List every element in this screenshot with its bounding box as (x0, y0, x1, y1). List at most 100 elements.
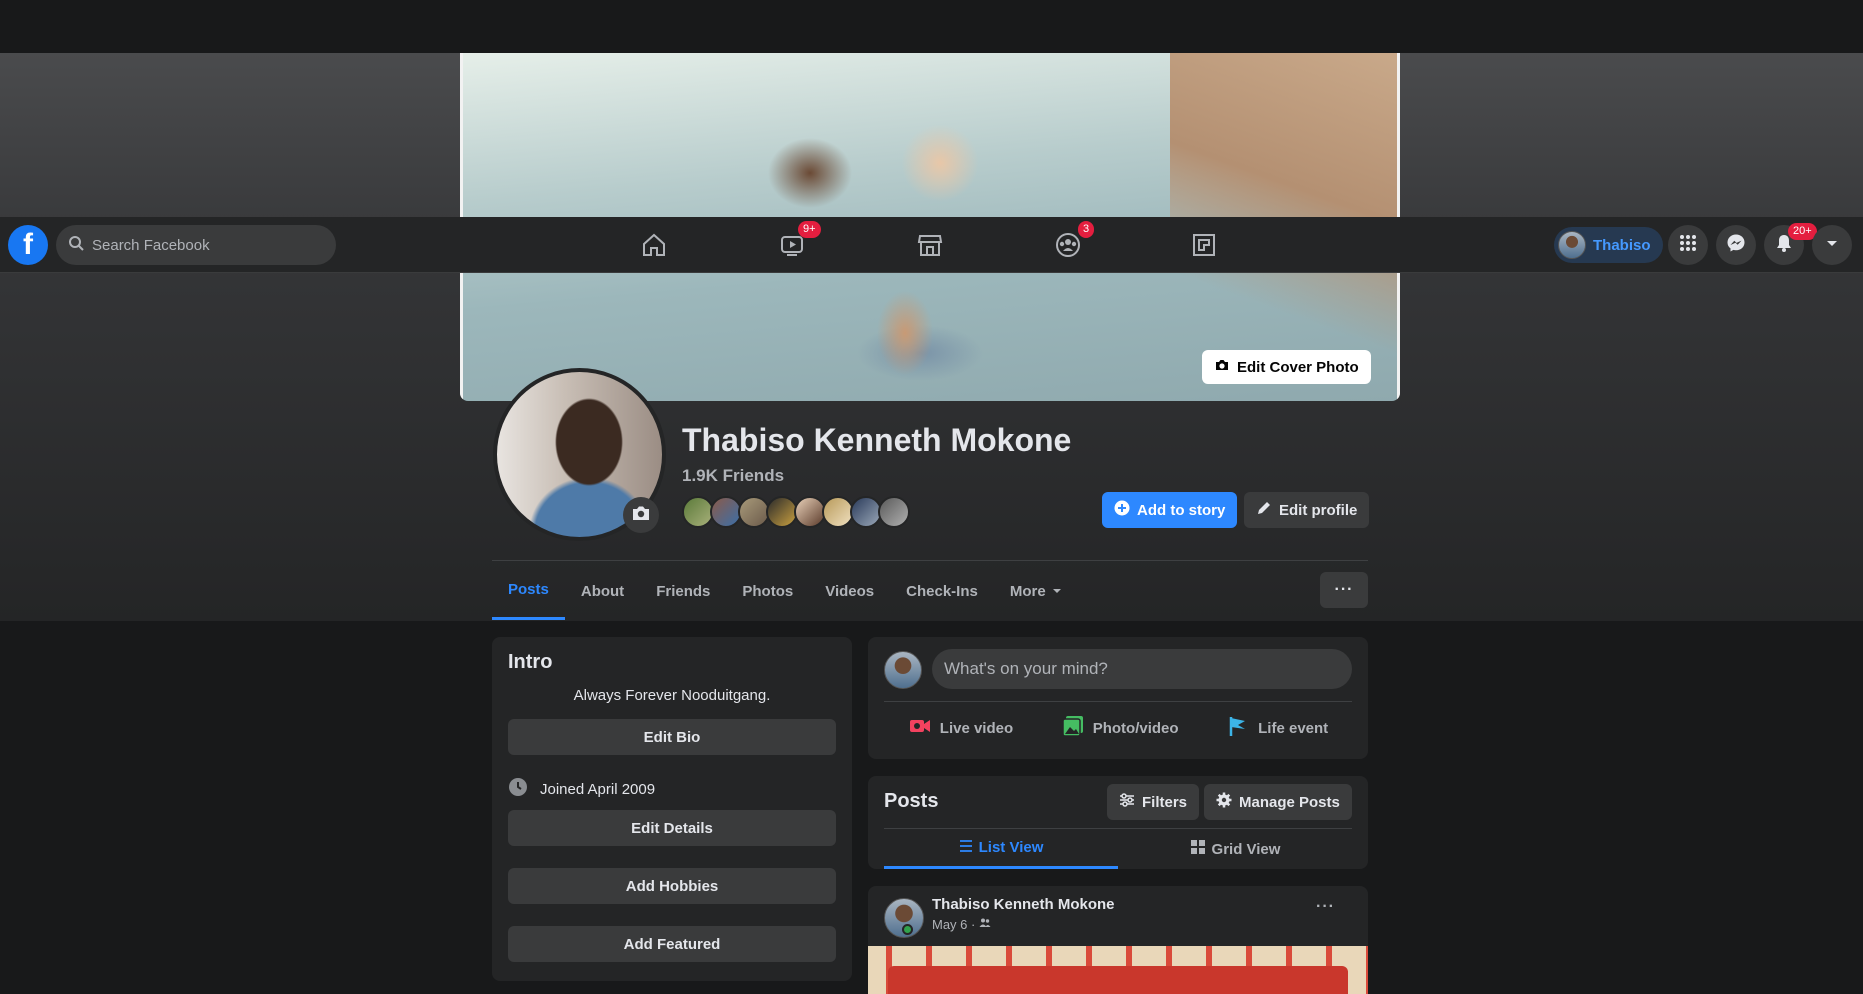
gear-icon (1216, 792, 1232, 812)
intro-card: Intro Always Forever Nooduitgang. Edit B… (492, 637, 852, 981)
photo-video-label: Photo/video (1092, 719, 1179, 737)
tab-label: Posts (508, 581, 549, 598)
chevron-down-icon (1825, 236, 1839, 255)
tab-label: Photos (742, 582, 794, 600)
friend-avatars (682, 496, 910, 528)
edit-profile-button[interactable]: Edit profile (1244, 492, 1370, 528)
plus-circle-icon (1114, 500, 1130, 520)
manage-posts-label: Manage Posts (1239, 793, 1340, 811)
update-profile-picture-button[interactable] (623, 497, 659, 533)
friends-count[interactable]: 1.9K Friends (682, 466, 784, 486)
tab-label: More (1009, 582, 1046, 600)
tab-label: About (580, 582, 625, 600)
camera-icon (631, 503, 651, 528)
notifications-button[interactable]: 20+ (1764, 223, 1817, 265)
life-event-button[interactable]: Life event (1226, 714, 1328, 742)
edit-bio-button[interactable]: Edit Bio (508, 719, 836, 755)
post-composer: What's on your mind? Live video Photo/vi… (868, 637, 1368, 759)
post-card: Thabiso Kenneth Mokone May 6 · ··· (868, 886, 1368, 994)
tab-posts[interactable]: Posts (492, 562, 565, 620)
tab-more[interactable]: More (994, 562, 1078, 620)
top-strip (0, 0, 1863, 53)
live-video-label: Live video (939, 719, 1014, 737)
post-image[interactable] (868, 946, 1368, 994)
flag-icon (1226, 714, 1250, 742)
add-hobbies-button[interactable]: Add Hobbies (508, 868, 836, 904)
account-button[interactable] (1812, 225, 1852, 265)
edit-cover-photo-button[interactable]: Edit Cover Photo (1202, 350, 1371, 384)
manage-posts-button[interactable]: Manage Posts (1204, 784, 1352, 820)
search-input[interactable]: Search Facebook (56, 225, 336, 265)
camera-icon (1214, 357, 1230, 377)
messenger-icon (1726, 233, 1746, 258)
tab-check-ins[interactable]: Check-Ins (890, 562, 994, 620)
live-video-button[interactable]: Live video (908, 714, 1013, 742)
tab-label: Videos (825, 582, 875, 600)
tab-label: Friends (656, 582, 711, 600)
messenger-button[interactable] (1716, 225, 1756, 265)
avatar[interactable] (884, 651, 922, 689)
tab-label: Check-Ins (906, 582, 978, 600)
header-divider (492, 560, 1368, 561)
post-options-button[interactable]: ··· (1316, 898, 1335, 916)
marketplace-icon[interactable] (912, 227, 948, 263)
groups-badge: 3 (1078, 221, 1095, 238)
tab-photos[interactable]: Photos (726, 562, 809, 620)
grid-menu-icon (1678, 233, 1698, 258)
add-to-story-label: Add to story (1137, 501, 1226, 519)
edit-profile-label: Edit profile (1279, 501, 1358, 519)
menu-button[interactable] (1668, 225, 1708, 265)
profile-tabs: Posts About Friends Photos Videos Check-… (492, 562, 1078, 620)
status-input[interactable]: What's on your mind? (932, 649, 1352, 689)
home-icon[interactable] (636, 227, 672, 263)
joined-info: Joined April 2009 (508, 777, 655, 801)
profile-shortcut[interactable]: Thabiso (1554, 227, 1663, 263)
life-event-label: Life event (1258, 719, 1329, 737)
photo-icon (1061, 714, 1085, 742)
list-icon (959, 839, 973, 857)
post-meta: May 6 · (932, 917, 991, 932)
profile-more-button[interactable]: ··· (1320, 572, 1368, 608)
pencil-icon (1256, 500, 1272, 520)
add-to-story-button[interactable]: Add to story (1102, 492, 1238, 528)
grid-view-label: Grid View (1211, 840, 1281, 858)
search-placeholder: Search Facebook (92, 236, 210, 254)
groups-icon[interactable]: 3 (1050, 221, 1095, 263)
edit-details-button[interactable]: Edit Details (508, 810, 836, 846)
posts-title: Posts (884, 790, 939, 812)
profile-shortcut-name: Thabiso (1593, 236, 1651, 254)
facebook-logo[interactable]: f (8, 225, 48, 265)
video-camera-icon (908, 714, 932, 742)
caret-down-icon (1052, 583, 1062, 600)
intro-bio: Always Forever Nooduitgang. (573, 687, 771, 704)
sliders-icon (1119, 792, 1135, 812)
posts-header-card: Posts Filters Manage Posts List View Gri… (868, 776, 1368, 869)
post-date[interactable]: May 6 · (932, 917, 975, 932)
intro-title: Intro (508, 651, 553, 673)
add-featured-button[interactable]: Add Featured (508, 926, 836, 962)
avatar (1558, 231, 1586, 259)
tab-friends[interactable]: Friends (640, 562, 726, 620)
view-tabs: List View Grid View (884, 828, 1352, 869)
filters-button[interactable]: Filters (1107, 784, 1200, 820)
clock-icon (508, 777, 528, 801)
tab-videos[interactable]: Videos (809, 562, 890, 620)
gaming-icon[interactable] (1186, 227, 1222, 263)
tab-grid-view[interactable]: Grid View (1118, 829, 1352, 869)
watch-badge: 9+ (798, 221, 821, 238)
tab-about[interactable]: About (565, 562, 640, 620)
tab-list-view[interactable]: List View (884, 829, 1118, 869)
composer-actions: Live video Photo/video Life event (884, 701, 1352, 742)
watch-icon[interactable]: 9+ (774, 221, 821, 263)
online-status-dot (902, 924, 913, 935)
photo-video-button[interactable]: Photo/video (1061, 714, 1179, 742)
search-icon (68, 235, 84, 255)
profile-name: Thabiso Kenneth Mokone (682, 422, 1072, 458)
friend-avatar[interactable] (878, 496, 910, 528)
joined-text: Joined April 2009 (540, 780, 656, 798)
list-view-label: List View (978, 839, 1044, 856)
top-navbar: f Search Facebook 9+ 3 Thabiso 20+ (0, 217, 1863, 273)
filters-label: Filters (1142, 793, 1188, 811)
post-author[interactable]: Thabiso Kenneth Mokone (932, 896, 1115, 913)
edit-cover-photo-label: Edit Cover Photo (1237, 358, 1359, 376)
